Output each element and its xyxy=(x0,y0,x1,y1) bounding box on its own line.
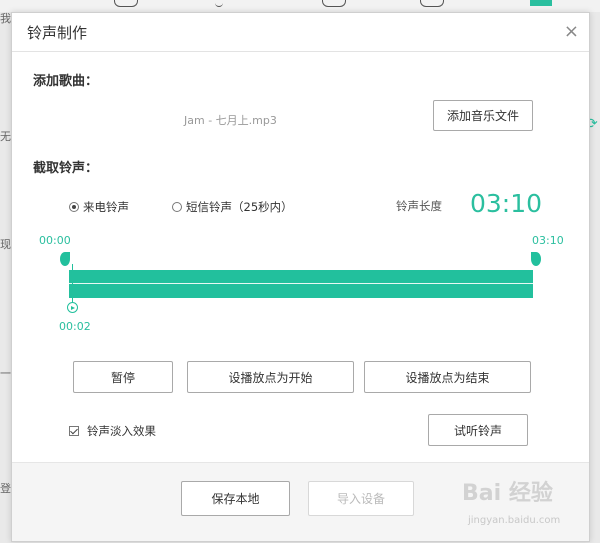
playhead-cap xyxy=(69,263,76,264)
playhead-line[interactable] xyxy=(72,263,73,303)
set-end-button[interactable]: 设播放点为结束 xyxy=(364,361,531,393)
radio-selected-icon xyxy=(69,202,79,212)
background-side-label: 无 xyxy=(0,130,11,143)
play-icon[interactable] xyxy=(67,302,78,313)
background-toolbar-icon xyxy=(322,0,346,7)
pause-button[interactable]: 暂停 xyxy=(73,361,173,393)
dialog-header: 铃声制作 × xyxy=(12,13,589,52)
import-device-button[interactable]: 导入设备 xyxy=(308,481,414,516)
radio-sms-ringtone-label: 短信铃声（25秒内） xyxy=(186,200,293,214)
ringtone-maker-dialog: 铃声制作 × 添加歌曲： Jam - 七月上.mp3 添加音乐文件 截取铃声： … xyxy=(11,12,590,542)
end-time-label: 03:10 xyxy=(532,234,564,247)
cut-ringtone-section-title: 截取铃声： xyxy=(33,161,99,176)
ringtone-length-label: 铃声长度 xyxy=(396,199,442,213)
background-toolbar-active-icon xyxy=(530,0,552,6)
audio-range-track[interactable] xyxy=(69,270,533,298)
radio-call-ringtone-label: 来电铃声 xyxy=(83,200,129,214)
set-start-button[interactable]: 设播放点为开始 xyxy=(187,361,354,393)
background-side-label: 登 xyxy=(0,482,11,495)
background-toolbar-icon xyxy=(114,0,138,7)
add-song-section-title: 添加歌曲： xyxy=(33,74,99,89)
close-icon[interactable]: × xyxy=(564,21,579,42)
fade-in-checkbox[interactable]: 铃声淡入效果 xyxy=(69,423,156,439)
playhead-time-label: 00:02 xyxy=(59,320,91,333)
start-time-label: 00:00 xyxy=(39,234,71,247)
add-music-file-button[interactable]: 添加音乐文件 xyxy=(433,100,533,131)
background-side-label: 我 xyxy=(0,12,11,25)
track-center-line xyxy=(69,283,533,284)
watermark-url: jingyan.baidu.com xyxy=(468,515,561,526)
selected-file-name: Jam - 七月上.mp3 xyxy=(184,114,277,127)
dialog-title: 铃声制作 xyxy=(27,24,88,42)
range-end-handle[interactable] xyxy=(531,252,541,266)
radio-unselected-icon xyxy=(172,202,182,212)
radio-sms-ringtone[interactable]: 短信铃声（25秒内） xyxy=(172,199,293,215)
background-side-label: 一 xyxy=(0,367,11,380)
ringtone-length-value: 03:10 xyxy=(470,189,543,218)
radio-call-ringtone[interactable]: 来电铃声 xyxy=(69,199,129,215)
background-side-label: 现 xyxy=(0,238,11,251)
background-toolbar-icon xyxy=(420,0,444,7)
save-local-button[interactable]: 保存本地 xyxy=(181,481,290,516)
background-toolbar xyxy=(0,0,600,12)
fade-in-label: 铃声淡入效果 xyxy=(87,424,156,438)
checkbox-checked-icon xyxy=(69,426,79,436)
preview-ringtone-button[interactable]: 试听铃声 xyxy=(428,414,528,446)
watermark-logo: Bai 经验 xyxy=(462,481,553,506)
